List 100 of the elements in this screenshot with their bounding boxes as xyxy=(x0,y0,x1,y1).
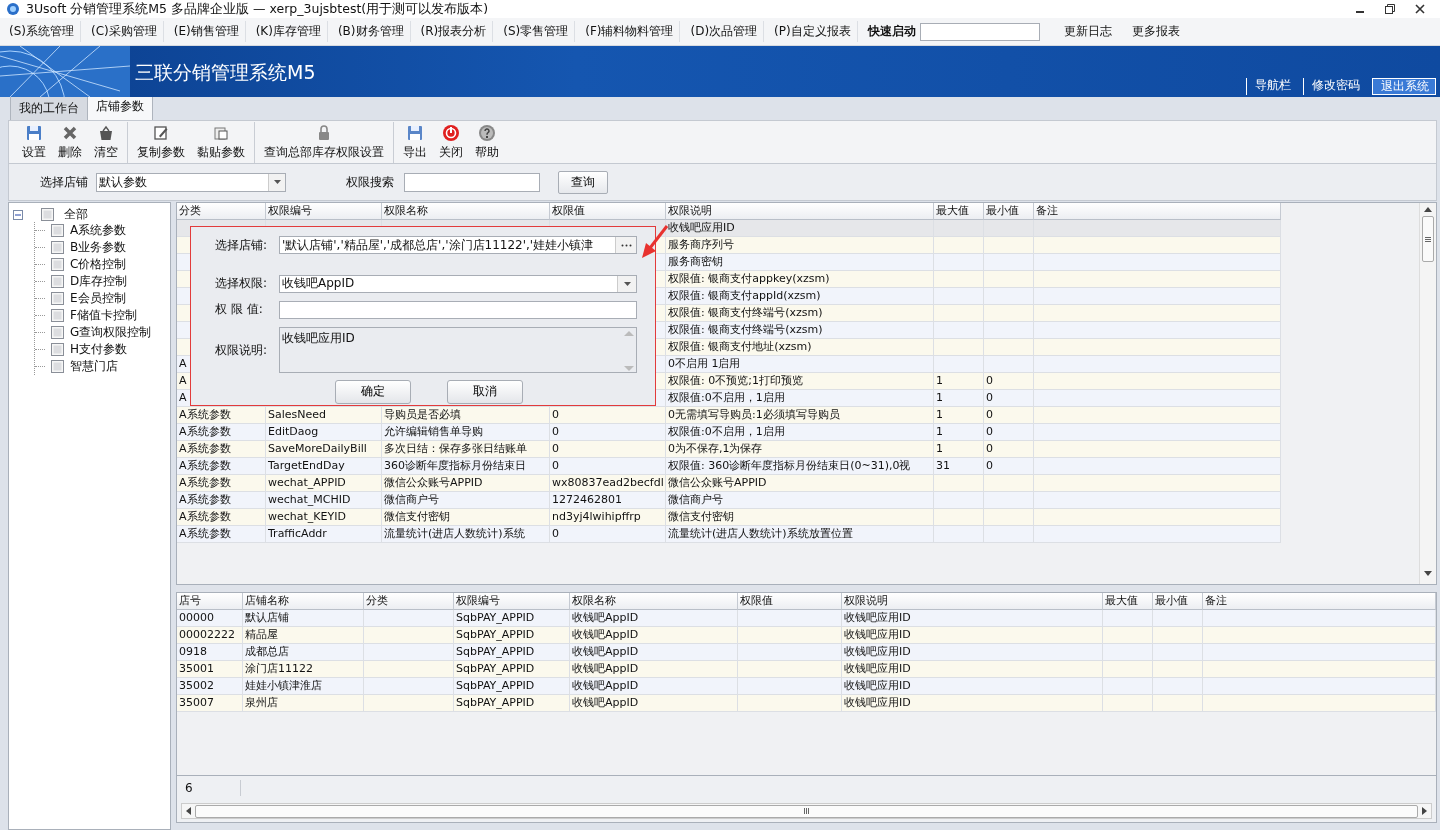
quick-launch-field[interactable] xyxy=(919,22,1040,41)
restore-icon[interactable] xyxy=(1384,3,1396,15)
column-header[interactable]: 店铺名称 xyxy=(243,593,364,610)
column-header[interactable]: 权限说明 xyxy=(842,593,1103,610)
tree-item[interactable]: 智慧门店 xyxy=(70,358,118,375)
column-header[interactable]: 最小值 xyxy=(984,203,1034,220)
search-field[interactable] xyxy=(404,172,540,192)
toolbar-button[interactable]: 导出 xyxy=(398,121,432,163)
toolbar-button[interactable]: 黏贴参数 xyxy=(192,121,250,163)
checkbox[interactable] xyxy=(51,224,64,237)
right-arrow-icon[interactable] xyxy=(1422,807,1427,816)
checkbox[interactable] xyxy=(51,343,64,356)
column-header[interactable]: 分类 xyxy=(364,593,454,610)
column-header[interactable]: 权限名称 xyxy=(382,203,550,220)
tree-item[interactable]: G查询权限控制 xyxy=(70,324,152,341)
menu-link[interactable]: 更新日志 xyxy=(1053,21,1122,42)
column-header[interactable]: 分类 xyxy=(177,203,266,220)
store-picker-field[interactable]: '默认店铺','精品屋','成都总店','涂门店11122','娃娃小镇津 xyxy=(279,236,637,255)
query-button[interactable]: 查询 xyxy=(558,170,608,194)
permission-dropdown[interactable]: 收钱吧AppID xyxy=(279,274,637,293)
collapse-icon[interactable] xyxy=(13,209,23,220)
table-row[interactable]: A系统参数 SalesNeed 导购员是否必填 0 0无需填写导购员:1必须填写导购员 1 0 xyxy=(177,407,1281,424)
checkbox[interactable] xyxy=(41,208,54,221)
left-arrow-icon[interactable] xyxy=(186,807,191,816)
close-icon[interactable] xyxy=(1414,3,1426,15)
checkbox[interactable] xyxy=(51,360,64,373)
dialog-button[interactable]: 取消 xyxy=(447,379,523,404)
menu-item[interactable]: (R)报表分析 xyxy=(414,21,494,42)
tree-item[interactable]: A系统参数 xyxy=(70,222,127,239)
grip-icon xyxy=(804,808,809,815)
browse-button[interactable] xyxy=(615,237,636,254)
column-header[interactable]: 权限值 xyxy=(738,593,842,610)
column-header[interactable]: 权限名称 xyxy=(570,593,738,610)
tree-item[interactable]: E会员控制 xyxy=(70,290,126,307)
tree-item[interactable]: F储值卡控制 xyxy=(70,307,137,324)
table-row[interactable]: A系统参数 wechat_APPID 微信公众账号APPID wx80837ead2becfdl 微信公众账号APPID xyxy=(177,475,1281,492)
save-icon xyxy=(25,123,43,142)
column-header[interactable]: 店号 xyxy=(177,593,243,610)
table-row[interactable]: A系统参数 TrafficAddr 流量统计(进店人数统计)系统 0 流量统计(进店人数统计)系统放置位置 xyxy=(177,526,1281,543)
down-arrow-icon[interactable] xyxy=(1424,571,1432,576)
tree-item[interactable]: D库存控制 xyxy=(70,273,128,290)
tree-item[interactable]: C价格控制 xyxy=(70,256,127,273)
column-header[interactable]: 权限说明 xyxy=(666,203,934,220)
basket-icon xyxy=(97,123,115,142)
table-row[interactable]: 35007 泉州店 SqbPAY_APPID 收钱吧AppID 收钱吧应用ID xyxy=(177,695,1436,712)
menu-item[interactable]: (S)零售管理 xyxy=(497,21,576,42)
toolbar-button[interactable]: 关闭 xyxy=(434,121,468,163)
checkbox[interactable] xyxy=(51,258,64,271)
checkbox[interactable] xyxy=(51,292,64,305)
checkbox[interactable] xyxy=(51,275,64,288)
menu-link[interactable]: 更多报表 xyxy=(1121,21,1190,42)
grip-icon xyxy=(1425,236,1431,242)
column-header[interactable]: 最小值 xyxy=(1153,593,1203,610)
tree-item[interactable]: B业务参数 xyxy=(70,239,127,256)
table-row[interactable]: 35001 涂门店11122 SqbPAY_APPID 收钱吧AppID 收钱吧应用ID xyxy=(177,661,1436,678)
table-row[interactable]: 00002222 精品屋 SqbPAY_APPID 收钱吧AppID 收钱吧应用ID xyxy=(177,627,1436,644)
table-row[interactable]: A系统参数 wechat_KEYID 微信支付密钥 nd3yj4lwihipffrp 微信支付密钥 xyxy=(177,509,1281,526)
column-header[interactable]: 最大值 xyxy=(934,203,984,220)
table-row[interactable]: A系统参数 SaveMoreDailyBill 多次日结：保存多张日结账单 0 0为不保存,1为保存 1 0 xyxy=(177,441,1281,458)
toolbar-button[interactable]: 复制参数 xyxy=(132,121,190,163)
column-header[interactable]: 权限编号 xyxy=(266,203,382,220)
menu-item[interactable]: (C)采购管理 xyxy=(85,21,164,42)
column-header[interactable]: 备注 xyxy=(1203,593,1436,610)
checkbox[interactable] xyxy=(51,309,64,322)
menu-item[interactable]: (K)库存管理 xyxy=(249,21,328,42)
header-link[interactable]: 修改密码 xyxy=(1303,78,1366,95)
menu-item[interactable]: (D)次品管理 xyxy=(684,21,765,42)
checkbox[interactable] xyxy=(51,326,64,339)
column-header[interactable]: 权限值 xyxy=(550,203,666,220)
table-row[interactable]: 35002 娃娃小镇津淮店 SqbPAY_APPID 收钱吧AppID 收钱吧应用ID xyxy=(177,678,1436,695)
menu-item[interactable]: (S)系统管理 xyxy=(3,21,81,42)
column-header[interactable]: 备注 xyxy=(1034,203,1281,220)
menu-item[interactable]: (B)财务管理 xyxy=(331,21,411,42)
table-row[interactable]: A系统参数 TargetEndDay 360诊断年度指标月份结束日 0 权限值: 360诊断年度指标月份结束日(0~31),0视 31 0 xyxy=(177,458,1281,475)
dialog-button[interactable]: 确定 xyxy=(335,379,411,404)
header-link[interactable]: 导航栏 xyxy=(1246,78,1297,95)
tree-item[interactable]: 全部 xyxy=(64,206,88,223)
toolbar-button[interactable]: 删除 xyxy=(53,121,87,163)
column-header[interactable]: 最大值 xyxy=(1103,593,1153,610)
column-header[interactable]: 权限编号 xyxy=(454,593,570,610)
value-field[interactable] xyxy=(279,301,637,319)
menu-item[interactable]: (F)辅料物料管理 xyxy=(579,21,681,42)
header-link[interactable]: 退出系统 xyxy=(1372,78,1436,95)
store-dropdown[interactable]: 默认参数 xyxy=(96,172,286,192)
table-row[interactable]: 00000 默认店铺 SqbPAY_APPID 收钱吧AppID 收钱吧应用ID xyxy=(177,610,1436,627)
toolbar-button[interactable]: 查询总部库存权限设置 xyxy=(259,121,389,163)
table-row[interactable]: A系统参数 EditDaog 允许编辑销售单导购 0 权限值:0不启用，1启用 1 0 xyxy=(177,424,1281,441)
menu-item[interactable]: (P)自定义报表 xyxy=(768,21,858,42)
table-row[interactable]: 0918 成都总店 SqbPAY_APPID 收钱吧AppID 收钱吧应用ID xyxy=(177,644,1436,661)
toolbar-button[interactable]: 清空 xyxy=(89,121,123,163)
toolbar-button[interactable]: 设置 xyxy=(17,121,51,163)
checkbox[interactable] xyxy=(51,241,64,254)
up-arrow-icon[interactable] xyxy=(1424,207,1432,212)
menu-item[interactable]: (E)销售管理 xyxy=(167,21,246,42)
table-row[interactable]: A系统参数 wechat_MCHID 微信商户号 1272462801 微信商户号 xyxy=(177,492,1281,509)
row-count: 6 xyxy=(177,779,241,796)
tab[interactable]: 我的工作台 xyxy=(10,96,88,120)
tree-item[interactable]: H支付参数 xyxy=(70,341,128,358)
toolbar-button[interactable]: 帮助 xyxy=(470,121,504,163)
table-cell: 收钱吧AppID xyxy=(570,695,738,712)
